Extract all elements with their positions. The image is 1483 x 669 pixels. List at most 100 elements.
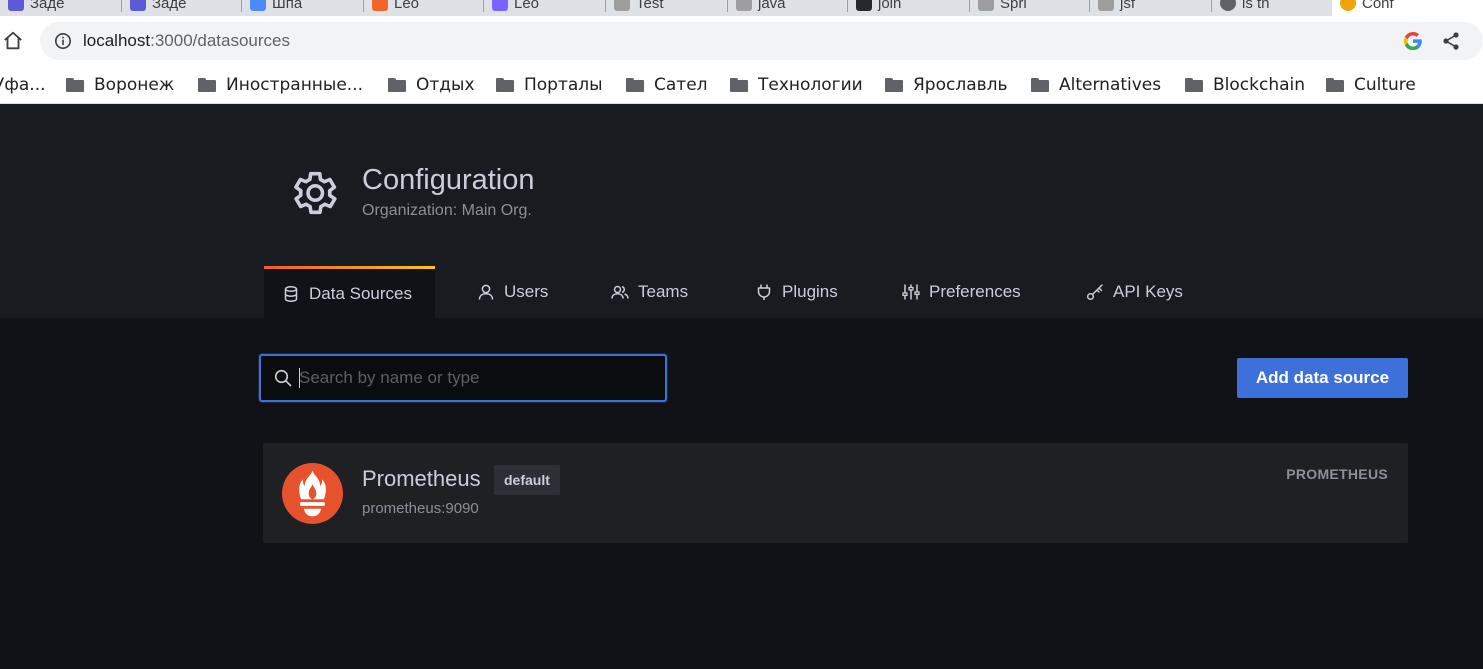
folder-icon: [626, 78, 644, 92]
plug-icon: [757, 284, 771, 300]
tab-label: Preferences: [929, 282, 1021, 301]
database-icon: [284, 285, 298, 302]
browser-tab-label: Заде: [152, 0, 187, 12]
browser-tab[interactable]: join: [848, 0, 970, 16]
grafana-favicon-icon: [1340, 0, 1356, 11]
users-icon: [611, 285, 629, 299]
share-icon[interactable]: [1441, 31, 1461, 51]
tab-favicon-icon: [978, 0, 994, 11]
browser-tab[interactable]: Leo: [484, 0, 606, 16]
tab-favicon-icon: [1220, 0, 1236, 11]
bookmark-folder[interactable]: Отдых: [388, 72, 475, 98]
browser-tab-label: Заде: [30, 0, 65, 12]
tab-favicon-icon: [8, 0, 24, 11]
bookmark-folder[interactable]: Сател: [626, 72, 708, 98]
bookmark-folder[interactable]: Порталы: [496, 72, 603, 98]
url-path: :3000/datasources: [150, 31, 290, 50]
google-lens-icon[interactable]: [1402, 30, 1424, 52]
browser-tab[interactable]: Spri: [970, 0, 1090, 16]
browser-tab[interactable]: Leo: [364, 0, 484, 16]
browser-tab-label: Шпа: [272, 0, 303, 12]
browser-tab-strip: Заде Заде Шпа Leo Leo Test java join Spr…: [0, 0, 1483, 16]
bookmark-label: Ярославль: [913, 75, 1008, 95]
key-icon: [1086, 284, 1103, 301]
tab-favicon-icon: [736, 0, 752, 11]
tab-favicon-icon: [492, 0, 508, 11]
folder-icon: [388, 78, 406, 92]
tab-favicon-icon: [372, 0, 388, 11]
default-badge: default: [494, 465, 560, 495]
home-icon[interactable]: [2, 30, 24, 52]
folder-icon: [730, 78, 748, 92]
search-input[interactable]: [299, 365, 659, 391]
folder-icon: [496, 78, 514, 92]
tab-plugins[interactable]: Plugins: [755, 266, 838, 318]
tab-favicon-icon: [856, 0, 872, 11]
tab-data-sources[interactable]: Data Sources: [264, 266, 435, 318]
site-info-icon[interactable]: [54, 32, 72, 50]
folder-icon: [66, 78, 84, 92]
bookmark-label: Иностранные...: [226, 75, 364, 95]
browser-tab-label: join: [878, 0, 902, 12]
address-bar-url[interactable]: localhost:3000/datasources: [83, 31, 290, 51]
tab-favicon-icon: [614, 0, 630, 11]
datasource-card[interactable]: Prometheus default prometheus:9090 PROME…: [263, 443, 1408, 543]
datasource-search-box[interactable]: [259, 354, 667, 402]
folder-icon: [198, 78, 216, 92]
sliders-icon: [902, 284, 920, 300]
bookmark-folder[interactable]: Технологии: [730, 72, 863, 98]
user-icon: [478, 284, 494, 300]
tab-label: Plugins: [782, 282, 838, 301]
datasource-type: PROMETHEUS: [1286, 466, 1388, 482]
browser-toolbar: localhost:3000/datasources: [0, 16, 1483, 66]
browser-tab[interactable]: Заде: [0, 0, 122, 16]
bookmark-folder[interactable]: Alternatives: [1031, 72, 1161, 98]
bookmark-folder[interactable]: Иностранные...: [198, 72, 363, 98]
browser-tab[interactable]: is th: [1212, 0, 1332, 16]
bookmark-label: Воронеж: [94, 75, 175, 95]
page-header: Configuration Organization: Main Org. Da…: [0, 104, 1483, 318]
browser-tab-label: Leo: [394, 0, 420, 12]
bookmark-label: Culture: [1354, 75, 1416, 95]
browser-tab-label: jsf: [1120, 0, 1135, 12]
bookmark-label: Blockchain: [1213, 75, 1306, 95]
browser-tab[interactable]: Шпа: [242, 0, 364, 16]
browser-tab-label: java: [758, 0, 786, 12]
bookmark-label: Уфа...: [0, 75, 46, 95]
browser-tab[interactable]: Заде: [122, 0, 242, 16]
bookmark-folder[interactable]: Воронеж: [66, 72, 174, 98]
browser-tab-active[interactable]: Conf: [1332, 0, 1483, 16]
tab-api-keys[interactable]: API Keys: [1086, 266, 1183, 318]
tab-label: API Keys: [1113, 282, 1183, 301]
grafana-app: Configuration Organization: Main Org. Da…: [0, 104, 1483, 669]
tab-preferences[interactable]: Preferences: [902, 266, 1021, 318]
browser-tab-label: Test: [636, 0, 664, 12]
bookmark-folder[interactable]: Culture: [1326, 72, 1416, 98]
address-bar[interactable]: localhost:3000/datasources: [40, 22, 1483, 60]
bookmark-folder[interactable]: Blockchain: [1185, 72, 1305, 98]
bookmark-label: Порталы: [524, 75, 603, 95]
browser-tab-label: is th: [1242, 0, 1270, 12]
tab-label: Users: [504, 282, 549, 301]
tab-label: Data Sources: [309, 283, 412, 303]
bookmark-folder[interactable]: Ярославль: [885, 72, 1008, 98]
url-host: localhost: [83, 31, 151, 50]
tab-favicon-icon: [130, 0, 146, 11]
bookmarks-bar: Уфа... Воронеж Иностранные... Отдых Порт…: [0, 66, 1483, 104]
tab-users[interactable]: Users: [477, 266, 548, 318]
bookmark-item[interactable]: Уфа...: [0, 72, 46, 98]
tab-favicon-icon: [250, 0, 266, 11]
browser-tab[interactable]: java: [728, 0, 848, 16]
text-caret: [299, 368, 300, 388]
folder-icon: [1185, 78, 1203, 92]
bookmark-label: Технологии: [758, 75, 863, 95]
browser-tab[interactable]: jsf: [1090, 0, 1212, 16]
browser-tab-label: Spri: [1000, 0, 1027, 12]
browser-tab[interactable]: Test: [606, 0, 728, 16]
folder-icon: [1031, 78, 1049, 92]
add-data-source-button[interactable]: Add data source: [1237, 358, 1408, 398]
page-subtitle: Organization: Main Org.: [362, 202, 532, 219]
datasource-name[interactable]: Prometheus: [362, 466, 481, 492]
datasource-url: prometheus:9090: [362, 500, 479, 517]
tab-teams[interactable]: Teams: [611, 266, 688, 318]
